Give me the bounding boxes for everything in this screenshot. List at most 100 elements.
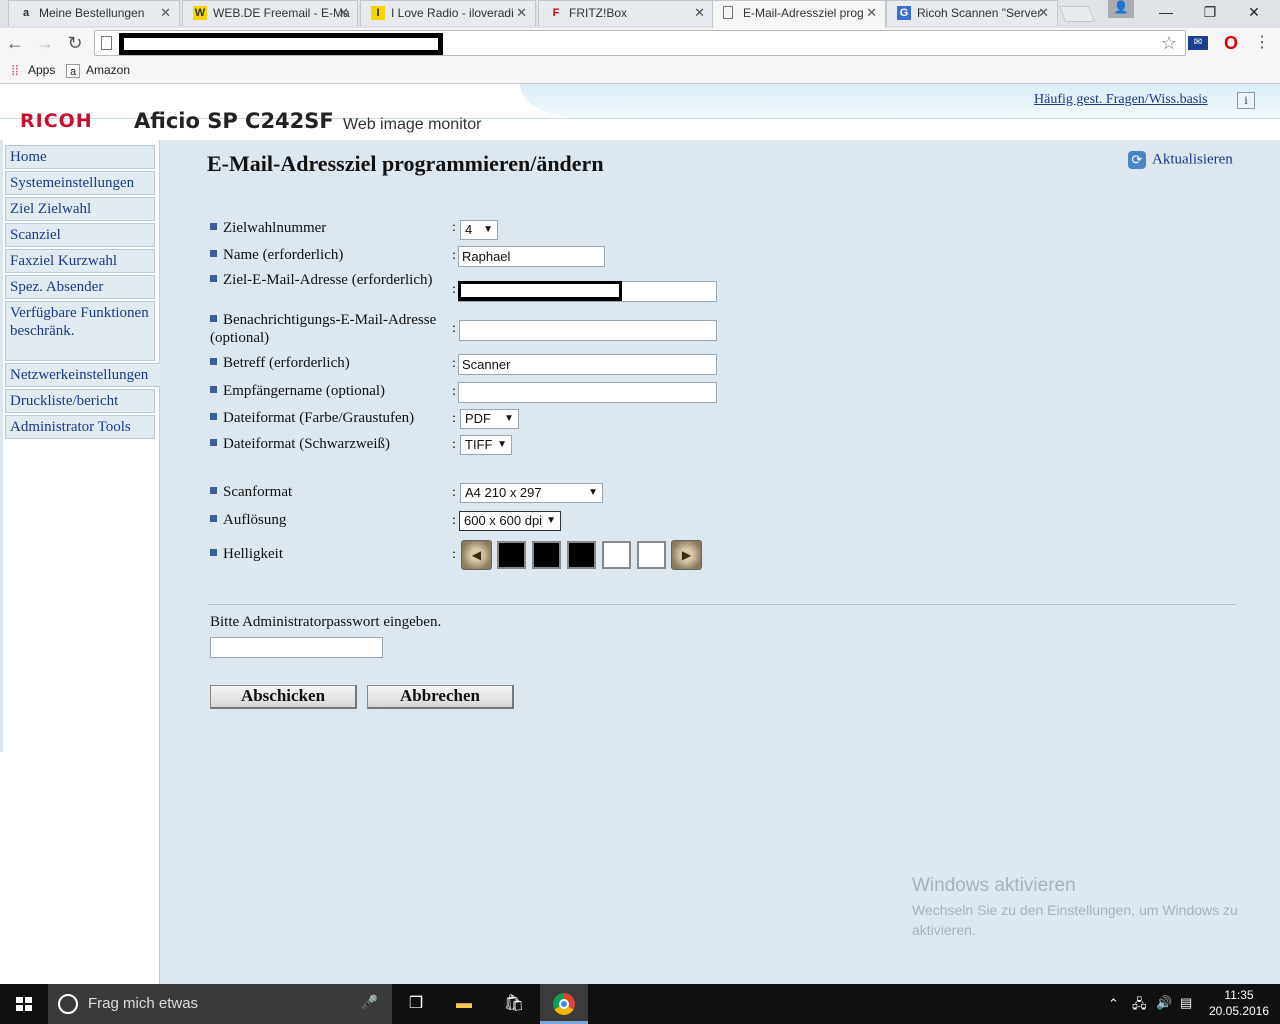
close-tab-icon[interactable]: ✕ [866,5,877,21]
user-profile-icon[interactable]: 👤 [1108,0,1134,18]
label-text: Benachrichtigungs-E-Mail-Adresse (option… [210,312,437,346]
bullet-icon [210,487,217,495]
select-value: TIFF [465,437,493,452]
label-zielwahlnummer: Zielwahlnummer [210,219,326,237]
sidebar-item-ziel-zielwahl[interactable]: Ziel Zielwahl [5,197,155,221]
bookmark-star-icon[interactable]: ☆ [1161,33,1177,54]
page-info-icon[interactable] [101,36,112,50]
bookmark-apps[interactable]: ⁞⁞ Apps [8,63,55,78]
page-title: E-Mail-Adressziel programmieren/ändern [207,151,604,176]
store-icon[interactable]: 🛍 [490,984,538,1024]
brightness-level-1[interactable] [497,541,526,569]
chevron-up-icon[interactable]: ⌃ [1108,996,1119,1012]
maximize-button[interactable]: ❐ [1188,0,1232,24]
file-explorer-icon[interactable]: ▬ [440,984,488,1024]
windows-logo-icon [16,997,32,1011]
label-empfaengername: Empfängername (optional) [210,382,385,400]
zielwahlnummer-select[interactable]: 4 ▼ [460,220,498,240]
new-tab-button[interactable] [1059,6,1095,22]
tab-ricoh-scannen[interactable]: G Ricoh Scannen "Server ✕ [886,0,1058,26]
sidebar-item-spez-absender[interactable]: Spez. Absender [5,275,155,299]
benachrichtigung-input[interactable] [459,320,717,341]
fritzbox-icon: F [552,7,560,19]
start-button[interactable] [0,984,48,1024]
tab-webde[interactable]: W WEB.DE Freemail - E-Ma ✕ [182,0,358,26]
chrome-icon[interactable] [540,984,588,1024]
bullet-icon [210,223,217,231]
close-tab-icon[interactable]: ✕ [160,5,171,21]
brightness-level-3[interactable] [567,541,596,569]
brightness-level-2[interactable] [532,541,561,569]
forward-icon[interactable]: → [34,32,56,54]
sidebar-item-scanziel[interactable]: Scanziel [5,223,155,247]
faq-link[interactable]: Häufig gest. Fragen/Wiss.basis [1034,92,1208,108]
label-text: Auflösung [223,512,287,528]
task-view-icon[interactable]: ❒ [392,984,440,1024]
brightness-level-4[interactable] [602,541,631,569]
empfaengername-input[interactable] [458,382,717,403]
label-text: Empfängername (optional) [223,383,386,399]
colon: : [452,321,456,336]
label-text: Name (erforderlich) [223,247,344,263]
dateiformat-farbe-select[interactable]: PDF ▼ [460,409,519,429]
opera-extension-icon[interactable]: O [1221,33,1241,53]
sidebar-item-funktionen[interactable]: Verfügbare Funktionen beschränk. [5,301,155,361]
reload-icon[interactable]: ↻ [64,32,86,54]
menu-icon[interactable]: ⋮ [1252,33,1272,53]
sidebar-item-druckliste[interactable]: Druckliste/bericht [5,389,155,413]
bullet-icon [210,515,217,523]
cortana-search-box[interactable]: Frag mich etwas 🎤 [48,984,392,1024]
brightness-level-5[interactable] [637,541,666,569]
cancel-button[interactable]: Abbrechen [367,685,514,709]
label-text: Ziel-E-Mail-Adresse (erforderlich) [223,272,433,288]
tab-label: E-Mail-Adressziel prog [743,6,864,20]
aufloesung-select[interactable]: 600 x 600 dpi ▼ [459,511,561,531]
close-window-button[interactable]: ✕ [1232,0,1276,24]
sidebar-item-home[interactable]: Home [5,145,155,169]
clock-date: 20.05.2016 [1208,1004,1270,1018]
bullet-icon [210,549,217,557]
submit-button[interactable]: Abschicken [210,685,357,709]
notifications-icon[interactable]: ▤ [1180,995,1192,1011]
label-ziel-email: Ziel-E-Mail-Adresse (erforderlich) [210,271,440,289]
betreff-input[interactable]: Scanner [458,354,717,375]
bullet-icon [210,275,217,283]
brightness-decrease-button[interactable]: ◀ [461,540,492,570]
back-icon[interactable]: ← [4,32,26,54]
bookmark-label: Amazon [86,63,131,77]
volume-icon[interactable]: 🔊 [1156,995,1172,1011]
sidebar-item-faxziel[interactable]: Faxziel Kurzwahl [5,249,155,273]
tab-iloveradio[interactable]: I I Love Radio - iloveradi ✕ [360,0,536,26]
redacted-url [119,33,443,55]
colon: : [452,356,456,371]
minimize-button[interactable]: — [1144,0,1188,24]
info-icon[interactable]: i [1237,92,1255,109]
close-tab-icon[interactable]: ✕ [338,5,349,21]
browser-chrome: a Meine Bestellungen ✕ W WEB.DE Freemail… [0,0,1280,84]
tab-label: FRITZ!Box [569,6,628,20]
cortana-icon [58,994,78,1014]
dateiformat-sw-select[interactable]: TIFF ▼ [460,435,512,455]
microphone-icon[interactable]: 🎤 [361,994,378,1011]
address-bar[interactable]: ☆ [94,30,1186,56]
network-icon[interactable]: 🖧 [1132,995,1147,1017]
close-tab-icon[interactable]: ✕ [1038,5,1049,21]
refresh-button[interactable]: ⟳ Aktualisieren [1128,151,1233,169]
sidebar-item-systemeinstellungen[interactable]: Systemeinstellungen [5,171,155,195]
brightness-increase-button[interactable]: ▶ [671,540,702,570]
sidebar-item-netzwerk[interactable]: Netzwerkeinstellungen [5,363,163,387]
sidebar-item-admin-tools[interactable]: Administrator Tools [5,415,155,439]
close-tab-icon[interactable]: ✕ [516,5,527,21]
mail-extension-icon[interactable]: ✉ [1188,36,1208,50]
label-scanformat: Scanformat [210,483,292,501]
clock[interactable]: 11:35 20.05.2016 [1206,987,1272,1019]
label-betreff: Betreff (erforderlich) [210,354,350,372]
bookmark-amazon[interactable]: a Amazon [66,63,130,78]
scanformat-select[interactable]: A4 210 x 297 ▼ [460,483,603,503]
admin-password-input[interactable] [210,637,383,658]
name-input[interactable]: Raphael [458,246,605,267]
tab-fritzbox[interactable]: F FRITZ!Box ✕ [538,0,714,26]
tab-email-adressziel[interactable]: E-Mail-Adressziel prog ✕ [712,0,886,28]
tab-meine-bestellungen[interactable]: a Meine Bestellungen ✕ [8,0,180,26]
close-tab-icon[interactable]: ✕ [694,5,705,21]
